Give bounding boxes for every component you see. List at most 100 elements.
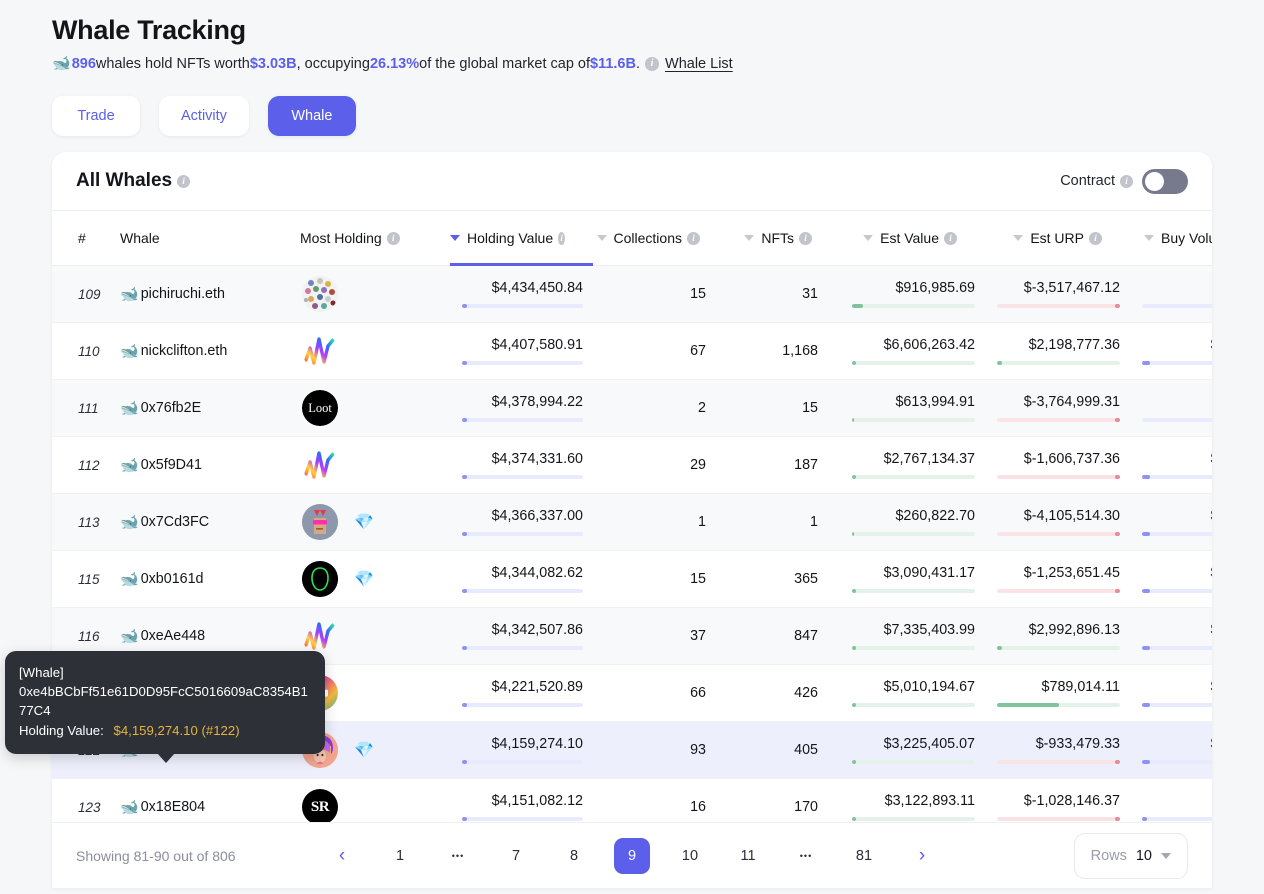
cell-est-value: $3,225,405.07 — [840, 721, 985, 779]
sort-caret-down-icon[interactable] — [450, 235, 460, 241]
rows-label: Rows — [1090, 847, 1127, 864]
col-nfts[interactable]: NFTs i — [728, 210, 840, 266]
subtitle-text-1: whales hold NFTs worth — [95, 56, 250, 72]
cell-est-value: $2,767,134.37 — [840, 436, 985, 494]
info-icon[interactable]: i — [944, 231, 957, 245]
buy-volume-bar — [1142, 589, 1212, 593]
table-row[interactable]: 113 🐋 0x7Cd3FC 💎 $4,366,337.00 1 1 $260,8… — [52, 493, 1212, 551]
cell-holding-value: $4,221,520.89 — [450, 664, 593, 722]
tab-trade[interactable]: Trade — [52, 96, 140, 136]
holding-value-bar — [462, 589, 583, 593]
cell-whale[interactable]: 🐋 0x5f9D41 — [120, 436, 300, 494]
pagination-page-81[interactable]: 81 — [846, 838, 882, 874]
whale-icon: 🐋 — [120, 799, 139, 816]
info-icon[interactable]: i — [1120, 174, 1133, 188]
rows-per-page-select[interactable]: Rows 10 — [1073, 832, 1188, 879]
pagination-prev[interactable]: ‹ — [324, 838, 360, 874]
subtitle-text-4: . — [635, 56, 641, 72]
tab-whale[interactable]: Whale — [267, 96, 356, 136]
est-value: $916,985.69 — [895, 280, 975, 296]
whale-list-link[interactable]: Whale List — [665, 54, 733, 74]
cell-collections: 2 — [593, 379, 728, 437]
whale-icon: 🐋 — [120, 343, 139, 360]
col-nfts-label: NFTs — [761, 230, 794, 246]
info-icon[interactable]: i — [645, 57, 660, 71]
pagination-page-1[interactable]: 1 — [382, 838, 418, 874]
card-title: All Whales — [76, 170, 173, 191]
card-title-wrap: All Whales i — [76, 170, 196, 192]
holding-value-bar — [462, 475, 583, 479]
pagination-next[interactable]: › — [904, 838, 940, 874]
tab-activity[interactable]: Activity — [159, 96, 249, 136]
table-row[interactable]: 111 🐋 0x76fb2E Loot $4,378,994.22 2 15 $6… — [52, 379, 1212, 437]
diamond-icon: 💎 — [354, 571, 374, 588]
cell-most-holding[interactable] — [300, 436, 450, 494]
pagination-page-8[interactable]: 8 — [556, 838, 592, 874]
holding-value: $4,366,337.00 — [491, 508, 583, 524]
whale-icon: 🐋 — [120, 628, 139, 645]
col-most-holding[interactable]: Most Holding i — [300, 210, 450, 266]
cell-whale[interactable]: 🐋 0xb0161d — [120, 550, 300, 608]
est-value: $3,122,893.11 — [884, 793, 975, 809]
holding-value: $4,344,082.62 — [491, 565, 583, 581]
col-holding-value[interactable]: Holding Value i — [450, 210, 593, 266]
col-index[interactable]: # — [52, 210, 120, 266]
table-row[interactable]: 112 🐋 0x5f9D41 $4,374,331.60 29 187 $2,7… — [52, 436, 1212, 494]
est-urp-bar — [997, 703, 1120, 707]
sort-caret-down-icon[interactable] — [744, 235, 755, 241]
cell-whale[interactable]: 🐋 0x76fb2E — [120, 379, 300, 437]
whale-address: 0x76fb2E — [140, 400, 202, 416]
info-icon[interactable]: i — [558, 231, 565, 245]
contract-toggle-wrap: Contract i — [1060, 168, 1188, 194]
whale-icon: 🐋 — [120, 286, 139, 303]
col-buy-volume[interactable]: Buy Volume — [1130, 210, 1212, 266]
whale-icon: 🐋 — [120, 514, 139, 531]
cell-whale[interactable]: 🐋 nickclifton.eth — [120, 322, 300, 380]
whale-address: 0x5f9D41 — [140, 457, 202, 473]
cell-most-holding[interactable] — [300, 265, 450, 323]
col-est-urp[interactable]: Est URP i — [985, 210, 1130, 266]
whale-address: pichiruchi.eth — [140, 286, 225, 302]
pagination-page-11[interactable]: 11 — [730, 838, 766, 874]
cell-nfts: 187 — [728, 436, 840, 494]
pagination-page-10[interactable]: 10 — [672, 838, 708, 874]
cell-most-holding[interactable]: 💎 — [300, 493, 450, 551]
cell-most-holding[interactable]: 💎 — [300, 550, 450, 608]
buy-volume: $4,366,337.00 — [1211, 508, 1212, 524]
sort-caret-down-icon[interactable] — [596, 235, 607, 241]
pagination-page-7[interactable]: 7 — [498, 838, 534, 874]
cell-most-holding[interactable] — [300, 322, 450, 380]
info-icon[interactable]: i — [687, 231, 700, 245]
info-icon[interactable]: i — [799, 231, 812, 245]
cell-whale[interactable]: 🐋 pichiruchi.eth — [120, 265, 300, 323]
diamond-icon: 💎 — [354, 742, 374, 759]
contract-toggle[interactable] — [1142, 168, 1188, 194]
cell-nfts: 426 — [728, 664, 840, 722]
info-icon[interactable]: i — [1089, 231, 1102, 245]
cell-buy-volume: $5,103,241.49 — [1130, 721, 1212, 779]
cell-est-urp: $-1,606,737.36 — [985, 436, 1130, 494]
est-urp-bar — [997, 532, 1120, 536]
cell-buy-volume: $5,048,938.33 — [1130, 322, 1212, 380]
cell-nfts: 15 — [728, 379, 840, 437]
col-collections[interactable]: Collections i — [593, 210, 728, 266]
sort-caret-down-icon[interactable] — [863, 235, 874, 241]
pagination-page-9[interactable]: 9 — [614, 837, 650, 874]
buy-volume-bar — [1142, 760, 1212, 764]
cell-most-holding[interactable]: Loot — [300, 379, 450, 437]
table-row[interactable]: 109 🐋 pichiruchi.eth $4,434,450.84 15 31… — [52, 265, 1212, 323]
sort-caret-down-icon[interactable] — [1013, 235, 1024, 241]
col-est-value[interactable]: Est Value i — [840, 210, 985, 266]
info-icon[interactable]: i — [386, 231, 400, 245]
cell-whale[interactable]: 🐋 0x7Cd3FC — [120, 493, 300, 551]
info-icon[interactable]: i — [177, 174, 191, 188]
page-header: Whale Tracking 🐋 896 whales hold NFTs wor… — [0, 0, 1264, 136]
col-collections-label: Collections — [613, 230, 682, 246]
table-row[interactable]: 115 🐋 0xb0161d 💎 $4,344,082.62 15 365 $3,… — [52, 550, 1212, 608]
cell-buy-volume: $0.00 — [1130, 379, 1212, 437]
col-whale[interactable]: Whale — [120, 210, 300, 266]
cell-index: 112 — [52, 436, 120, 494]
sort-caret-down-icon[interactable] — [1144, 235, 1154, 241]
table-row[interactable]: 110 🐋 nickclifton.eth $4,407,580.91 67 1,… — [52, 322, 1212, 380]
cell-holding-value: $4,159,274.10 — [450, 721, 593, 779]
